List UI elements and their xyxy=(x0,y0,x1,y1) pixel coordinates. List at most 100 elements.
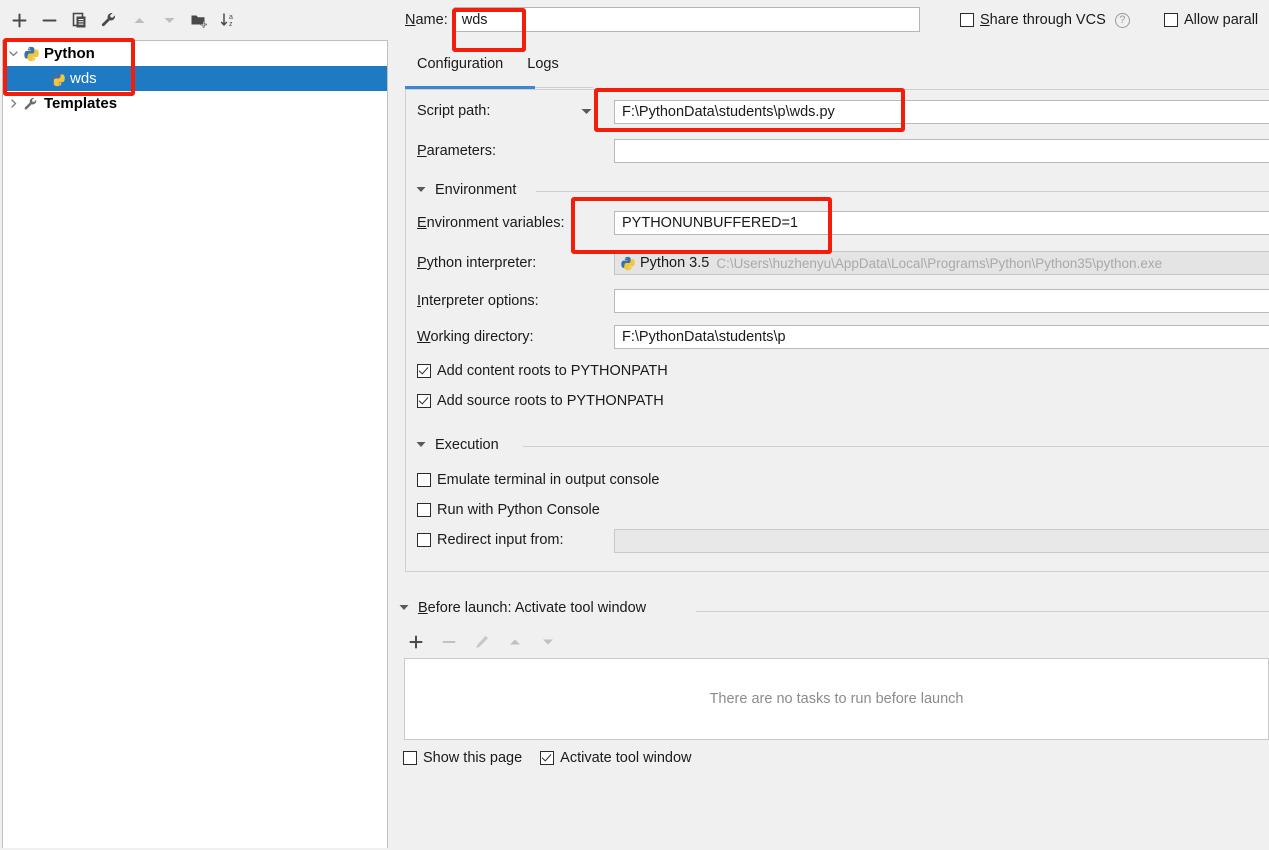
configuration-tab-panel: Script path: F:\PythonData\students\p\wd… xyxy=(405,89,1269,572)
python-icon xyxy=(620,256,635,271)
edit-task-icon xyxy=(465,628,498,656)
script-path-value: F:\PythonData\students\p\wds.py xyxy=(622,104,835,120)
working-directory-label: Working directory: xyxy=(417,329,534,345)
share-through-vcs-row: Share through VCS ? xyxy=(960,12,1130,28)
tree-item-templates[interactable]: Templates xyxy=(3,91,387,116)
script-path-label: Script path: xyxy=(417,103,491,119)
interpreter-options-input[interactable] xyxy=(614,289,1269,313)
redirect-input-label: Redirect input from: xyxy=(437,532,564,548)
add-content-roots-row: Add content roots to PYTHONPATH xyxy=(417,363,668,379)
move-down-icon xyxy=(154,5,184,35)
svg-text:z: z xyxy=(229,21,233,28)
python-icon xyxy=(23,46,41,62)
activate-tool-window-checkbox[interactable] xyxy=(540,751,555,765)
emulate-terminal-label: Emulate terminal in output console xyxy=(437,472,660,488)
tab-logs[interactable]: Logs xyxy=(515,56,570,80)
redirect-input-row: Redirect input from: xyxy=(417,532,564,548)
parameters-input[interactable] xyxy=(614,139,1269,163)
before-launch-rule xyxy=(696,611,1269,612)
tab-bar-divider xyxy=(535,87,593,88)
name-input-value: wds xyxy=(461,11,488,28)
tree-item-label: Python xyxy=(44,45,95,62)
triangle-down-icon xyxy=(416,185,426,196)
sort-alphabetically-icon[interactable]: a z xyxy=(214,5,244,35)
python-icon xyxy=(49,71,67,87)
environment-variables-input[interactable]: PYTHONUNBUFFERED=1 xyxy=(614,211,1269,235)
run-configurations-tree[interactable]: Python wds Templates xyxy=(2,40,388,848)
new-folder-icon[interactable] xyxy=(184,5,214,35)
emulate-terminal-checkbox[interactable] xyxy=(417,473,431,487)
before-launch-empty-text: There are no tasks to run before launch xyxy=(709,691,964,707)
share-through-vcs-label: Share through VCS xyxy=(980,12,1106,28)
show-this-page-checkbox[interactable] xyxy=(403,751,417,765)
show-this-page-label: Show this page xyxy=(423,750,523,766)
execution-section-label: Execution xyxy=(435,437,499,453)
emulate-terminal-row: Emulate terminal in output console xyxy=(417,472,659,488)
triangle-down-icon xyxy=(399,603,409,614)
help-icon[interactable]: ? xyxy=(1114,12,1130,28)
run-with-python-console-checkbox[interactable] xyxy=(417,503,431,517)
script-path-dropdown-icon[interactable] xyxy=(581,107,592,118)
move-up-icon xyxy=(124,5,154,35)
add-source-roots-checkbox[interactable] xyxy=(417,394,431,408)
remove-task-icon xyxy=(432,628,465,656)
environment-section-rule xyxy=(536,191,1269,192)
wrench-icon[interactable] xyxy=(94,5,124,35)
configuration-form-panel: Name: wds Share through VCS ? Allow para… xyxy=(389,0,1269,850)
tab-configuration[interactable]: Configuration xyxy=(405,56,515,80)
wrench-icon xyxy=(23,96,41,112)
allow-parallel-label: Allow parall xyxy=(1184,12,1259,28)
script-path-input[interactable]: F:\PythonData\students\p\wds.py xyxy=(614,100,1269,124)
environment-variables-label: Environment variables: xyxy=(417,215,565,231)
remove-icon[interactable] xyxy=(34,5,64,35)
move-task-down-icon xyxy=(531,628,564,656)
redirect-input-field[interactable] xyxy=(614,529,1269,553)
execution-section-header[interactable]: Execution xyxy=(416,437,499,453)
add-task-icon[interactable] xyxy=(399,628,432,656)
allow-parallel-checkbox[interactable] xyxy=(1164,13,1178,27)
python-interpreter-path: C:\Users\huzhenyu\AppData\Local\Programs… xyxy=(716,255,1163,271)
add-source-roots-label: Add source roots to PYTHONPATH xyxy=(437,393,664,409)
allow-parallel-row: Allow parall xyxy=(1164,12,1258,28)
move-task-up-icon xyxy=(498,628,531,656)
run-with-python-console-row: Run with Python Console xyxy=(417,502,600,518)
add-icon[interactable] xyxy=(4,5,34,35)
python-interpreter-select[interactable]: Python 3.5 C:\Users\huzhenyu\AppData\Loc… xyxy=(614,251,1269,275)
working-directory-input[interactable]: F:\PythonData\students\p xyxy=(614,325,1269,349)
execution-section-rule xyxy=(523,446,1269,447)
environment-section-header[interactable]: Environment xyxy=(416,182,516,198)
chevron-right-icon[interactable] xyxy=(3,99,23,108)
tree-item-wds[interactable]: wds xyxy=(3,66,387,91)
share-through-vcs-checkbox[interactable] xyxy=(960,13,974,27)
name-label: Name: xyxy=(405,11,448,28)
chevron-down-icon[interactable] xyxy=(3,49,23,58)
add-source-roots-row: Add source roots to PYTHONPATH xyxy=(417,393,664,409)
interpreter-options-label: Interpreter options: xyxy=(417,293,539,309)
tab-bar: Configuration Logs xyxy=(405,56,571,80)
python-interpreter-label: Python interpreter: xyxy=(417,255,537,271)
before-launch-header[interactable]: Before launch: Activate tool window xyxy=(399,600,646,616)
bottom-options-row: Show this page Activate tool window xyxy=(403,750,692,766)
add-content-roots-label: Add content roots to PYTHONPATH xyxy=(437,363,668,379)
copy-icon[interactable] xyxy=(64,5,94,35)
tree-item-python[interactable]: Python xyxy=(3,41,387,66)
tree-item-label: Templates xyxy=(44,95,118,112)
run-with-python-console-label: Run with Python Console xyxy=(437,502,600,518)
working-directory-value: F:\PythonData\students\p xyxy=(622,329,786,345)
svg-text:a: a xyxy=(229,14,233,21)
environment-section-label: Environment xyxy=(435,182,517,198)
run-configurations-tree-panel: a z Python wds Templates xyxy=(0,0,389,850)
tree-item-label: wds xyxy=(70,70,97,87)
activate-tool-window-label: Activate tool window xyxy=(560,750,692,766)
tree-toolbar: a z xyxy=(0,0,389,40)
name-input[interactable]: wds xyxy=(453,7,920,32)
before-launch-toolbar xyxy=(399,628,564,656)
parameters-label: Parameters: xyxy=(417,143,496,159)
triangle-down-icon xyxy=(416,440,426,451)
python-interpreter-value: Python 3.5 xyxy=(640,255,710,271)
name-row: Name: wds xyxy=(405,6,920,33)
redirect-input-checkbox[interactable] xyxy=(417,533,431,547)
before-launch-task-list[interactable]: There are no tasks to run before launch xyxy=(404,658,1269,740)
add-content-roots-checkbox[interactable] xyxy=(417,364,431,378)
before-launch-title: Before launch: Activate tool window xyxy=(418,600,647,616)
